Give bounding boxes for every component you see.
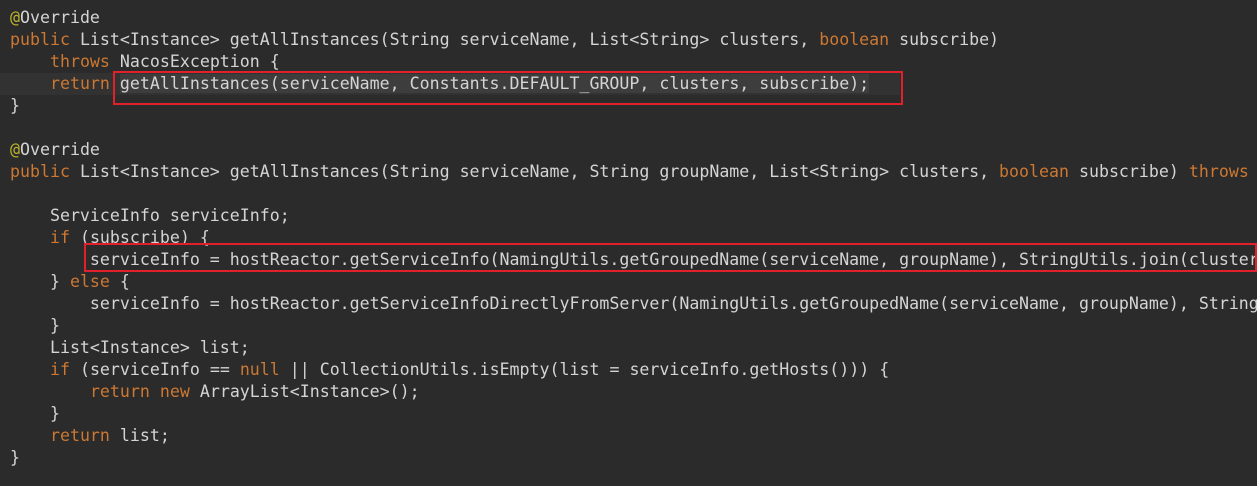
code-token: else: [69, 272, 120, 291]
code-token: }: [10, 316, 60, 335]
code-line: }: [10, 447, 20, 469]
code-token: (serviceInfo ==: [79, 360, 240, 379]
code-line: @Override: [10, 7, 100, 29]
code-token: return: [49, 74, 120, 93]
code-token: ArrayList<Instance>();: [199, 382, 420, 401]
code-token: throws: [49, 52, 120, 71]
code-line: serviceInfo = hostReactor.getServiceInfo…: [10, 293, 1257, 315]
highlight-box-get-service-info: [84, 243, 1257, 272]
code-token: public: [10, 162, 80, 181]
code-token: }: [10, 272, 70, 291]
code-token: if: [49, 360, 80, 379]
code-token: NacosException {: [119, 52, 280, 71]
code-line: }: [10, 403, 60, 425]
code-token: ServiceInfo serviceInfo;: [10, 206, 290, 225]
code-line: } else {: [10, 271, 130, 293]
code-line: public List<Instance> getAllInstances(St…: [10, 29, 999, 51]
code-token: subscribe): [889, 30, 1000, 49]
code-token: || CollectionUtils.isEmpty(list = servic…: [279, 360, 890, 379]
code-line: if (serviceInfo == null || CollectionUti…: [10, 359, 889, 381]
code-line: }: [10, 95, 20, 117]
code-token: boolean: [819, 30, 890, 49]
code-editor[interactable]: @Override public List<Instance> getAllIns…: [0, 0, 1257, 486]
code-token: }: [10, 404, 60, 423]
code-token: boolean: [999, 162, 1069, 181]
code-token: }: [10, 96, 20, 115]
highlight-box-return-call: [113, 71, 903, 105]
code-token: public: [10, 30, 80, 49]
code-token: @: [10, 8, 20, 27]
code-line: @Override: [10, 139, 100, 161]
code-token: List<Instance> getAllInstances(String se…: [79, 30, 820, 49]
code-token: list;: [119, 426, 170, 445]
code-token: serviceInfo = hostReactor.getServiceInfo…: [10, 294, 1257, 313]
code-token: List<Instance> getAllInstances(String se…: [79, 162, 1000, 181]
code-token: {: [119, 272, 130, 291]
code-line: public List<Instance> getAllInstances(St…: [10, 161, 1249, 183]
code-token: return new: [89, 382, 200, 401]
code-token: Override: [20, 8, 100, 27]
code-token: if: [49, 228, 80, 247]
code-token: }: [10, 448, 20, 467]
code-token: subscribe): [1068, 162, 1189, 181]
code-token: throws: [1188, 162, 1249, 181]
code-token: null: [239, 360, 280, 379]
code-token: return: [49, 426, 120, 445]
code-line: List<Instance> list;: [10, 337, 250, 359]
code-line: }: [10, 315, 60, 337]
code-token: @: [10, 140, 20, 159]
code-line: return list;: [10, 425, 170, 447]
code-token: List<Instance> list;: [10, 338, 250, 357]
code-line: ServiceInfo serviceInfo;: [10, 205, 290, 227]
code-line: throws NacosException {: [10, 51, 280, 73]
code-line: return new ArrayList<Instance>();: [10, 381, 420, 403]
code-token: Override: [20, 140, 100, 159]
